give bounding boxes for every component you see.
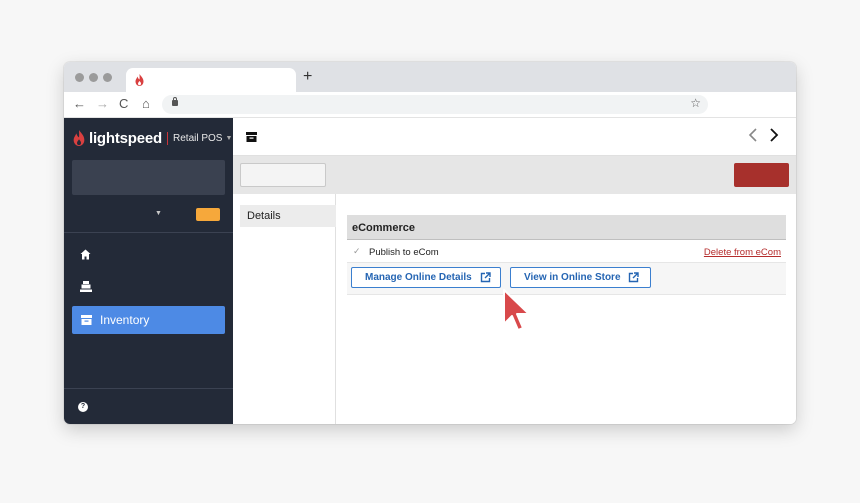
flame-icon bbox=[73, 130, 85, 146]
view-in-online-store-button[interactable]: View in Online Store bbox=[510, 267, 651, 288]
sidebar-item-label: Inventory bbox=[100, 313, 150, 327]
publish-label: Publish to eCom bbox=[369, 247, 439, 258]
manage-online-details-button[interactable]: Manage Online Details bbox=[351, 267, 501, 288]
button-label: Manage Online Details bbox=[365, 272, 472, 283]
inventory-icon bbox=[246, 132, 257, 142]
tab-column: Details bbox=[233, 194, 336, 424]
browser-tab[interactable] bbox=[126, 68, 296, 92]
register-icon[interactable] bbox=[80, 281, 92, 292]
window-minimize-dot[interactable] bbox=[89, 73, 98, 82]
sidebar-divider bbox=[64, 388, 233, 389]
browser-tabstrip: + bbox=[64, 62, 796, 92]
back-button[interactable]: ← bbox=[73, 96, 86, 112]
panel-title: eCommerce bbox=[352, 222, 415, 234]
external-link-icon bbox=[480, 272, 491, 283]
product-name[interactable]: Retail POS bbox=[173, 133, 222, 144]
reload-button[interactable]: C bbox=[119, 96, 128, 112]
window-maximize-dot[interactable] bbox=[103, 73, 112, 82]
tab-label: Details bbox=[247, 210, 281, 222]
primary-action-button[interactable] bbox=[734, 163, 789, 187]
chevron-down-icon[interactable]: ▼ bbox=[225, 135, 232, 142]
brand-name: lightspeed bbox=[89, 129, 163, 147]
logo-separator bbox=[167, 131, 169, 145]
user-menu-chevron-icon[interactable]: ▼ bbox=[155, 210, 162, 217]
sidebar-divider bbox=[64, 232, 233, 233]
browser-window: + ← → C ⌂ ☆ lightspeed Retail POS ▼ ▼ In… bbox=[64, 62, 796, 424]
star-icon[interactable]: ☆ bbox=[690, 96, 701, 110]
home-icon[interactable] bbox=[80, 249, 91, 260]
help-icon[interactable]: ? bbox=[78, 402, 88, 412]
window-close-dot[interactable] bbox=[75, 73, 84, 82]
button-row: Manage Online Details View in Online Sto… bbox=[347, 263, 786, 295]
flame-icon bbox=[135, 74, 144, 86]
sidebar-search-box[interactable] bbox=[72, 160, 225, 195]
browser-toolbar: ← → C ⌂ ☆ bbox=[64, 92, 796, 118]
button-label: View in Online Store bbox=[524, 272, 621, 283]
forward-button[interactable]: → bbox=[96, 96, 109, 112]
chevron-right-icon bbox=[770, 128, 779, 142]
new-tab-button[interactable]: + bbox=[303, 67, 312, 87]
previous-button[interactable] bbox=[748, 127, 758, 147]
ecommerce-panel: eCommerce ✓ Publish to eCom Delete from … bbox=[347, 215, 786, 295]
action-input-field[interactable] bbox=[240, 163, 326, 187]
next-button[interactable] bbox=[769, 127, 779, 147]
panel-header: eCommerce bbox=[347, 215, 786, 240]
inventory-icon bbox=[81, 315, 92, 325]
publish-row: ✓ Publish to eCom Delete from eCom bbox=[347, 241, 786, 263]
chevron-left-icon bbox=[748, 128, 757, 142]
app-topbar bbox=[233, 118, 796, 156]
lightspeed-logo[interactable]: lightspeed Retail POS ▼ bbox=[73, 128, 232, 148]
cursor-arrow-icon bbox=[503, 289, 530, 331]
address-bar[interactable]: ☆ bbox=[162, 95, 708, 114]
sidebar-item-inventory[interactable]: Inventory bbox=[72, 306, 225, 334]
home-button[interactable]: ⌂ bbox=[142, 96, 150, 112]
delete-from-ecom-link[interactable]: Delete from eCom bbox=[704, 247, 781, 258]
lock-icon bbox=[172, 97, 178, 106]
publish-checkbox[interactable]: ✓ bbox=[353, 246, 361, 257]
external-link-icon bbox=[628, 272, 639, 283]
status-badge[interactable] bbox=[196, 208, 220, 221]
tab-details[interactable]: Details bbox=[240, 205, 336, 227]
app-sidebar: lightspeed Retail POS ▼ ▼ Inventory ? bbox=[64, 118, 233, 424]
action-bar bbox=[233, 156, 796, 194]
